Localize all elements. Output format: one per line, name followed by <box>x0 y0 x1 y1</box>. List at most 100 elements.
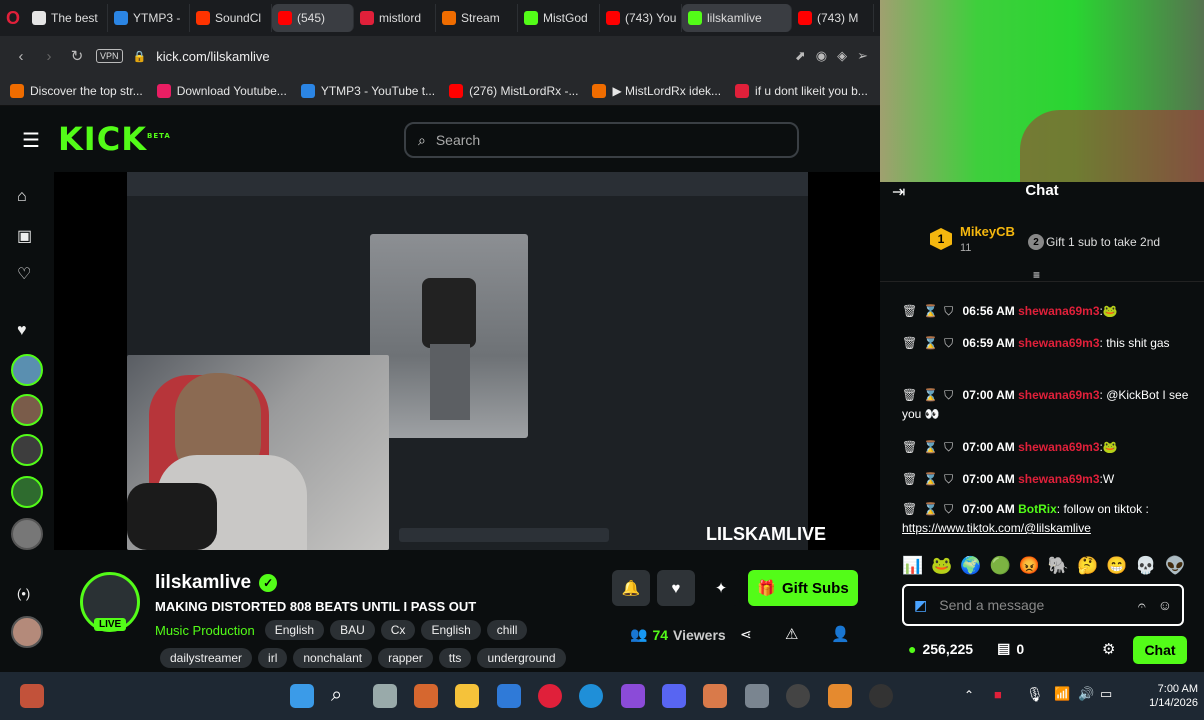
share-icon[interactable]: ⬈ <box>795 48 806 64</box>
media-player-icon[interactable] <box>869 684 893 708</box>
bookmark-item[interactable]: if u dont likeit you b... <box>735 83 868 98</box>
translate-icon[interactable]: 𝄐 <box>1138 597 1146 614</box>
message-username[interactable]: shewana69m3 <box>1018 336 1099 350</box>
emote-icon[interactable]: 🌍 <box>960 556 981 576</box>
browser-tab[interactable]: lilskamlive <box>682 4 793 32</box>
copilot-icon[interactable] <box>414 684 438 708</box>
stream-tag[interactable]: nonchalant <box>293 648 373 668</box>
media-app-icon[interactable] <box>621 684 645 708</box>
bookmark-item[interactable]: Discover the top str... <box>10 83 143 98</box>
menu-icon[interactable]: ☰ <box>22 128 40 153</box>
emote-icon[interactable]: 😁 <box>1106 556 1127 576</box>
mod-actions-icon[interactable]: 🗑⌛⛉ <box>902 388 959 402</box>
followed-channel-avatar[interactable] <box>11 434 43 466</box>
live-signal-icon[interactable]: (•) <box>17 586 30 601</box>
browser-tab[interactable]: Stream <box>436 4 519 32</box>
pinned-toggle-icon[interactable]: ≡ <box>1033 268 1040 282</box>
followed-channel-avatar[interactable] <box>11 354 43 386</box>
kick-logo[interactable]: KICKBETA <box>58 120 171 158</box>
clock[interactable]: 7:00 AM 1/14/2026 <box>1128 682 1198 710</box>
leader-name[interactable]: MikeyCB <box>960 224 1015 239</box>
send-chat-button[interactable]: Chat <box>1133 636 1187 664</box>
browser-tab[interactable]: (545) <box>272 4 355 32</box>
bookmark-item[interactable]: ▶ MistLordRx idek... <box>592 83 721 98</box>
search-input[interactable]: ⌕ Search <box>404 122 799 158</box>
bookmark-item[interactable]: YTMP3 - YouTube t... <box>300 83 435 98</box>
browser-tab[interactable]: YTMP3 - <box>108 4 191 32</box>
heart-icon[interactable]: ♥ <box>17 322 27 340</box>
tray-app-icon[interactable]: ■ <box>994 687 1002 702</box>
home-icon[interactable]: ⌂ <box>17 188 27 206</box>
bookmark-item[interactable]: (276) MistLordRx -... <box>449 83 578 98</box>
search-icon[interactable]: ⌕ <box>331 684 355 708</box>
mod-actions-icon[interactable]: 🗑⌛⛉ <box>902 472 959 486</box>
stream-tag[interactable]: English <box>421 620 481 640</box>
back-icon[interactable]: ‹ <box>12 48 30 65</box>
emote-icon[interactable]: 🐘 <box>1048 556 1069 576</box>
emote-icon[interactable]: 🤔 <box>1077 556 1098 576</box>
stream-tag[interactable]: tts <box>438 648 472 668</box>
message-username[interactable]: shewana69m3 <box>1018 388 1099 402</box>
shield-icon[interactable]: ◈ <box>837 48 847 64</box>
stream-tag[interactable]: underground <box>477 648 566 668</box>
stream-tag[interactable]: dailystreamer <box>160 648 253 668</box>
message-username[interactable]: shewana69m3 <box>1018 472 1099 486</box>
emoji-icon[interactable]: ☺ <box>1158 597 1172 613</box>
message-username[interactable]: shewana69m3 <box>1018 304 1099 318</box>
following-icon[interactable]: ♡ <box>17 264 31 284</box>
microphone-icon[interactable]: 🎙 <box>1026 686 1044 703</box>
stream-tag[interactable]: chill <box>486 620 528 640</box>
forward-icon[interactable]: › <box>40 48 58 65</box>
chat-settings-icon[interactable]: ⚙ <box>1102 640 1115 658</box>
url-field[interactable]: kick.com/lilskamlive <box>156 49 785 64</box>
gift-cta[interactable]: Gift 1 sub to take 2nd <box>1046 235 1160 249</box>
browser-tab[interactable]: mistlord <box>354 4 437 32</box>
chat-input[interactable]: ◩ Send a message 𝄐 ☺ <box>902 584 1184 626</box>
channel-name[interactable]: lilskamlive <box>155 572 251 594</box>
stream-tag[interactable]: Cx <box>380 620 416 640</box>
notification-bell-button[interactable]: 🔔 <box>612 570 650 606</box>
volume-icon[interactable]: 🔊 <box>1078 686 1094 702</box>
mod-actions-icon[interactable]: 🗑⌛⛉ <box>902 440 959 454</box>
camera-icon[interactable]: ◉ <box>816 48 827 64</box>
edge-icon[interactable] <box>579 684 603 708</box>
stream-tag[interactable]: English <box>264 620 325 640</box>
message-username[interactable]: BotRix <box>1018 502 1057 516</box>
browser-tab[interactable]: MistGod <box>518 4 601 32</box>
followed-channel-avatar[interactable] <box>11 394 43 426</box>
opera-icon[interactable] <box>538 684 562 708</box>
emote-icon[interactable]: 💀 <box>1135 556 1156 576</box>
stream-tag[interactable]: BAU <box>330 620 375 640</box>
obs-icon[interactable] <box>786 684 810 708</box>
emote-icon[interactable]: 😡 <box>1019 556 1040 576</box>
category-link[interactable]: Music Production <box>155 623 255 638</box>
emote-icon[interactable]: 🟢 <box>990 556 1011 576</box>
stream-tag[interactable]: irl <box>258 648 288 668</box>
followed-channel-avatar[interactable] <box>11 518 43 550</box>
discord-icon[interactable] <box>662 684 686 708</box>
user-settings-icon[interactable]: 👤 <box>831 625 850 643</box>
send-icon[interactable]: ➢ <box>857 48 868 64</box>
gift-subs-button[interactable]: 🎁 Gift Subs <box>748 570 858 606</box>
task-view-icon[interactable] <box>373 684 397 708</box>
file-explorer-icon[interactable] <box>455 684 479 708</box>
start-icon[interactable] <box>290 684 314 708</box>
fl-studio-icon[interactable] <box>703 684 727 708</box>
mod-actions-icon[interactable]: 🗑⌛⛉ <box>902 502 959 516</box>
tray-chevron-icon[interactable]: ⌃ <box>964 688 974 702</box>
recommended-channel-avatar[interactable] <box>11 616 43 648</box>
pip-video[interactable] <box>880 0 1204 182</box>
reload-icon[interactable]: ↻ <box>68 47 86 65</box>
points-count[interactable]: 256,225 <box>922 641 973 657</box>
battery-icon[interactable]: ▭ <box>1100 686 1112 702</box>
vpn-badge[interactable]: VPN <box>96 49 123 63</box>
emote-icon[interactable]: 📊 <box>902 556 923 576</box>
browser-tab[interactable]: (743) M <box>792 4 875 32</box>
widgets-icon[interactable] <box>20 684 44 708</box>
drops-count[interactable]: 0 <box>1016 641 1024 657</box>
followed-channel-avatar[interactable] <box>11 476 43 508</box>
browser-tab[interactable]: The best <box>26 4 109 32</box>
message-link[interactable]: https://www.tiktok.com/@lilskamlive <box>902 521 1091 535</box>
stream-tag[interactable]: rapper <box>378 648 433 668</box>
mod-actions-icon[interactable]: 🗑⌛⛉ <box>902 336 959 350</box>
